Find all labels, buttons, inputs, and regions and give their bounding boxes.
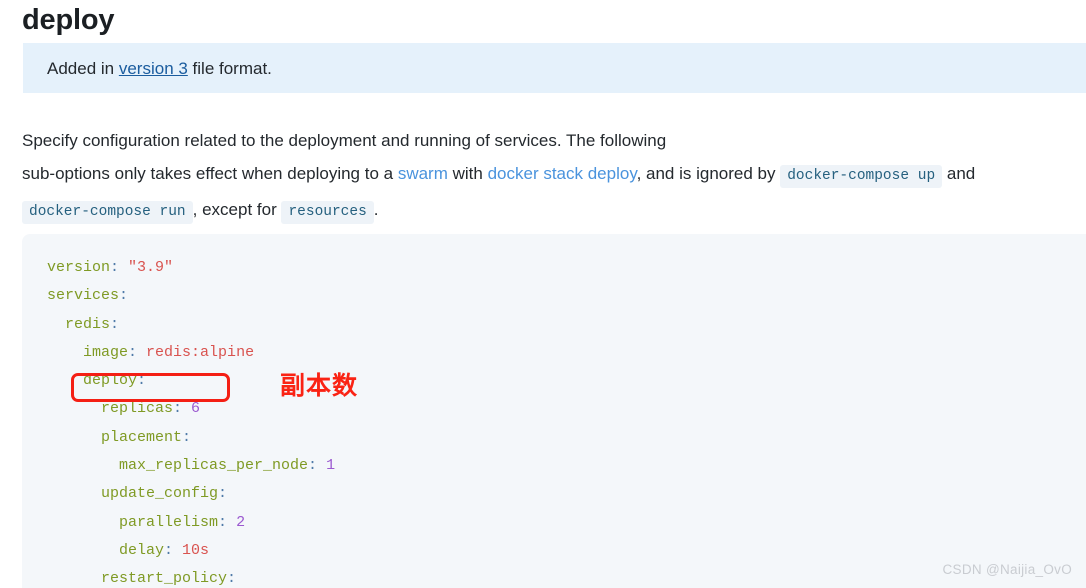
yaml-colon: : xyxy=(182,428,192,446)
yaml-key: placement xyxy=(101,428,183,446)
code-line: version: "3.9" xyxy=(47,254,335,282)
code-line: redis: xyxy=(47,311,335,339)
yaml-colon: : xyxy=(227,570,237,588)
yaml-key: deploy xyxy=(83,372,138,390)
yaml-value: redis:alpine xyxy=(137,343,255,361)
paragraph-segment-4: , and is ignored by xyxy=(636,164,781,183)
yaml-value: "3.9" xyxy=(119,259,174,276)
yaml-key: update_config xyxy=(101,485,219,503)
yaml-colon: : xyxy=(218,485,228,503)
yaml-key: delay xyxy=(119,541,165,559)
yaml-key: redis xyxy=(65,315,111,333)
paragraph-segment-6: , except for xyxy=(192,200,282,219)
yaml-colon: : xyxy=(110,315,120,333)
note-callout: Added in version 3 file format. xyxy=(23,43,1086,93)
yaml-colon: : xyxy=(173,400,183,418)
page-title: deploy xyxy=(22,4,115,36)
code-line: update_config: xyxy=(47,480,335,508)
yaml-value: 6 xyxy=(182,400,201,418)
yaml-key: parallelism xyxy=(119,513,219,531)
code-line: max_replicas_per_node: 1 xyxy=(47,452,335,480)
swarm-link[interactable]: swarm xyxy=(398,164,448,183)
yaml-colon: : xyxy=(164,541,174,559)
watermark: CSDN @Naijia_OvO xyxy=(942,562,1072,577)
inline-code-resources: resources xyxy=(281,201,374,224)
paragraph-segment-5: and xyxy=(942,164,976,183)
paragraph-segment-7: . xyxy=(373,200,379,219)
yaml-key: restart_policy xyxy=(101,570,228,588)
yaml-colon: : xyxy=(110,259,120,276)
yaml-colon: : xyxy=(137,372,147,390)
docker-stack-deploy-link[interactable]: docker stack deploy xyxy=(488,164,637,183)
inline-code-docker-compose-up: docker-compose up xyxy=(780,165,943,188)
code-line: image: redis:alpine xyxy=(47,339,335,367)
paragraph-segment-3: with xyxy=(447,164,488,183)
yaml-code-block: version: "3.9" services: redis: image: re… xyxy=(22,234,1086,588)
code-line: delay: 10s xyxy=(47,537,335,565)
version-3-link[interactable]: version 3 xyxy=(119,59,188,78)
yaml-colon: : xyxy=(218,513,228,531)
yaml-key: image xyxy=(83,343,129,361)
yaml-colon: : xyxy=(119,287,129,305)
yaml-value: 1 xyxy=(317,457,336,475)
yaml-key: max_replicas_per_node xyxy=(119,457,309,475)
yaml-code-content: version: "3.9" services: redis: image: re… xyxy=(47,254,335,588)
yaml-key: replicas xyxy=(101,400,174,418)
yaml-colon: : xyxy=(308,457,318,475)
yaml-key: version xyxy=(47,259,111,276)
yaml-value: 2 xyxy=(227,513,246,531)
code-line: restart_policy: xyxy=(47,565,335,588)
paragraph-segment-1: Specify configuration related to the dep… xyxy=(22,131,667,150)
yaml-value: 10s xyxy=(173,541,210,559)
code-line: parallelism: 2 xyxy=(47,509,335,537)
note-prefix: Added in xyxy=(47,59,119,78)
yaml-key: services xyxy=(47,287,120,305)
description-paragraph: Specify configuration related to the dep… xyxy=(22,124,1082,229)
paragraph-segment-2: sub-options only takes effect when deplo… xyxy=(22,164,398,183)
yaml-colon: : xyxy=(128,343,138,361)
note-text: Added in version 3 file format. xyxy=(47,57,272,81)
annotation-label: 副本数 xyxy=(280,371,359,400)
note-suffix: file format. xyxy=(187,59,272,78)
code-line: services: xyxy=(47,282,335,310)
inline-code-docker-compose-run: docker-compose run xyxy=(22,201,193,224)
code-line: placement: xyxy=(47,424,335,452)
